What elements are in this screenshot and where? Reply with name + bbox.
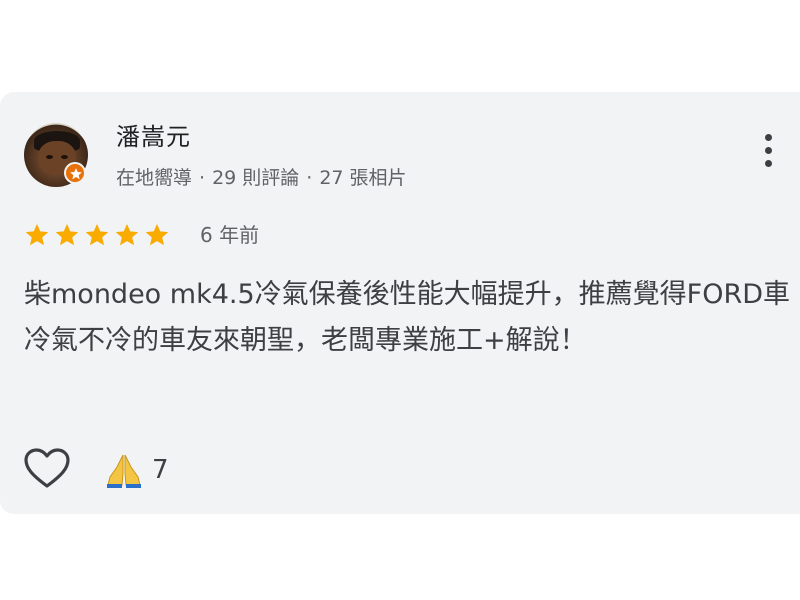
local-guide-star-icon xyxy=(64,162,86,184)
separator-dot: · xyxy=(306,167,313,189)
star-icon xyxy=(85,223,109,246)
heart-outline-icon[interactable] xyxy=(24,448,70,490)
local-guide-label: 在地嚮導 xyxy=(116,167,193,189)
folded-hands-icon xyxy=(107,454,141,488)
review-time: 6 年前 xyxy=(200,223,260,247)
more-options-icon[interactable] xyxy=(758,134,778,178)
review-text: 柴mondeo mk4.5冷氣保養後性能大幅提升，推薦覺得FORD車冷氣不冷的車… xyxy=(24,279,790,356)
star-rating xyxy=(24,220,174,250)
reviewer-meta: 在地嚮導 · 29 則評論 · 27 張相片 xyxy=(116,163,407,190)
reaction-count: 7 xyxy=(152,455,169,485)
star-icon xyxy=(145,223,169,246)
star-icon xyxy=(55,223,79,246)
review-count: 29 則評論 xyxy=(212,167,300,189)
star-icon xyxy=(115,223,139,246)
photo-count: 27 張相片 xyxy=(319,167,407,189)
star-icon xyxy=(25,223,49,246)
reviewer-name[interactable]: 潘嵩元 xyxy=(116,117,191,152)
reaction-button[interactable]: 7 xyxy=(104,450,169,490)
separator-dot: · xyxy=(199,167,206,189)
